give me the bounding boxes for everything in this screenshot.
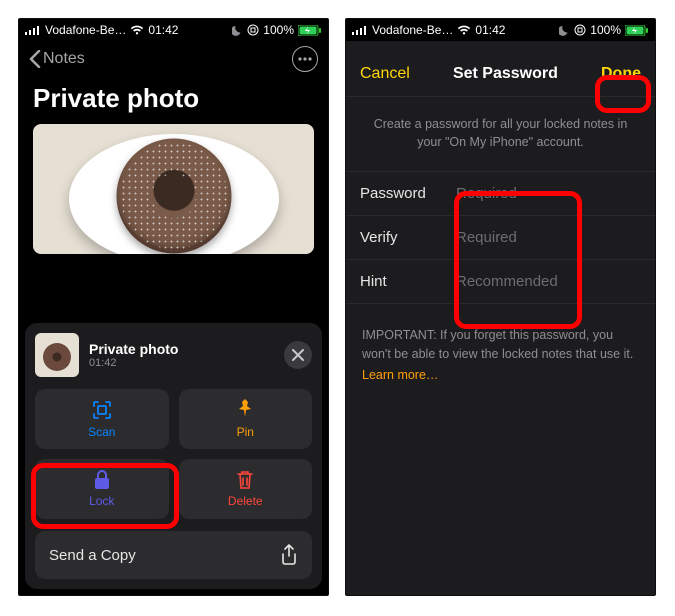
moon-icon [232,25,243,36]
sheet-title: Private photo [89,341,178,357]
time-label: 01:42 [475,23,505,37]
verify-field[interactable]: Required [456,229,517,246]
rotation-lock-icon [574,24,586,36]
scan-label: Scan [88,425,115,439]
lock-label: Lock [89,494,114,508]
pin-button[interactable]: Pin [179,389,313,449]
done-button[interactable]: Done [601,65,641,83]
scan-button[interactable]: Scan [35,389,169,449]
password-row[interactable]: Password Required [346,172,655,216]
right-screenshot: Vodafone-Be… 01:42 100% Cancel Set Passw… [345,18,656,596]
battery-label: 100% [590,23,621,37]
scan-icon [91,399,113,421]
time-label: 01:42 [148,23,178,37]
moon-icon [559,25,570,36]
hint-row[interactable]: Hint Recommended [346,260,655,304]
ellipsis-icon [298,57,312,61]
battery-icon [625,25,649,36]
nav-bar: Cancel Set Password Done [346,51,655,97]
close-button[interactable] [284,341,312,369]
back-label: Notes [43,50,85,68]
wifi-icon [457,25,471,35]
signal-icon [352,25,368,35]
nav-bar: Notes [19,41,328,77]
battery-icon [298,25,322,36]
battery-label: 100% [263,23,294,37]
page-title: Private photo [19,77,328,124]
trash-icon [236,470,254,490]
more-button[interactable] [292,46,318,72]
delete-label: Delete [228,494,263,508]
wifi-icon [130,25,144,35]
note-photo [33,124,314,254]
description-text: Create a password for all your locked no… [346,97,655,171]
status-bar: Vodafone-Be… 01:42 100% [19,19,328,41]
sheet-subtitle: 01:42 [89,357,178,369]
lock-icon [93,470,111,490]
password-field[interactable]: Required [456,185,517,202]
pin-icon [236,399,254,421]
learn-more-link[interactable]: Learn more… [346,368,655,382]
back-button[interactable]: Notes [29,50,85,68]
password-label: Password [360,185,456,202]
share-icon [280,544,298,566]
pin-label: Pin [237,425,254,439]
password-form: Password Required Verify Required Hint R… [346,171,655,304]
signal-icon [25,25,41,35]
lock-button[interactable]: Lock [35,459,169,519]
sheet-thumbnail [35,333,79,377]
cancel-button[interactable]: Cancel [360,65,410,83]
hint-field[interactable]: Recommended [456,273,558,290]
delete-button[interactable]: Delete [179,459,313,519]
status-bar: Vodafone-Be… 01:42 100% [346,19,655,41]
share-sheet: Private photo 01:42 Scan Pin Lock [25,323,322,589]
important-text: IMPORTANT: If you forget this password, … [346,304,655,368]
send-copy-button[interactable]: Send a Copy [35,531,312,579]
carrier-label: Vodafone-Be… [372,23,453,37]
nav-title: Set Password [453,65,558,83]
rotation-lock-icon [247,24,259,36]
verify-row[interactable]: Verify Required [346,216,655,260]
close-icon [292,349,304,361]
left-screenshot: Vodafone-Be… 01:42 100% Notes Private ph… [18,18,329,596]
hint-label: Hint [360,273,456,290]
carrier-label: Vodafone-Be… [45,23,126,37]
verify-label: Verify [360,229,456,246]
chevron-left-icon [29,50,41,68]
send-copy-label: Send a Copy [49,547,136,564]
